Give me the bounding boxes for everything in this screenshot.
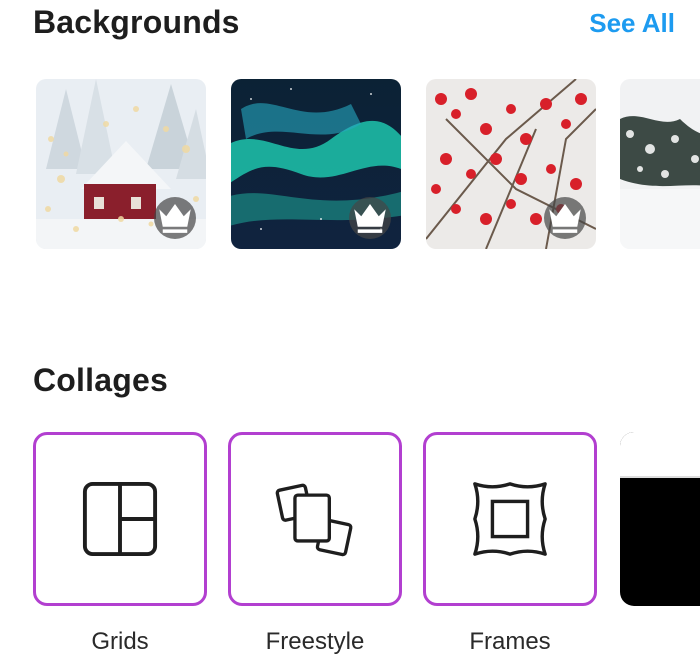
collage-freestyle-button[interactable] <box>228 432 402 606</box>
premium-crown-badge <box>544 197 586 239</box>
freestyle-icon <box>275 483 353 557</box>
background-thumb-snowy-pine[interactable] <box>620 79 700 249</box>
background-thumb-snowy-cabin[interactable] <box>36 79 206 249</box>
crown-icon <box>159 204 191 233</box>
collage-frames-label: Frames <box>469 628 551 655</box>
backgrounds-title: Backgrounds <box>33 4 240 40</box>
premium-crown-badge <box>349 197 391 239</box>
crown-icon <box>354 204 386 233</box>
grid-icon <box>82 481 158 557</box>
collage-grids-label: Grids <box>91 628 149 655</box>
partial-card-preview <box>620 432 700 478</box>
collage-grids-button[interactable] <box>33 432 207 606</box>
collages-title: Collages <box>33 362 168 398</box>
see-all-link[interactable]: See All <box>589 8 675 39</box>
frame-icon <box>473 482 547 556</box>
background-thumb-aurora[interactable] <box>231 79 401 249</box>
crown-icon <box>549 204 581 233</box>
collage-option-partial[interactable] <box>620 432 700 606</box>
collage-frames-button[interactable] <box>423 432 597 606</box>
premium-crown-badge <box>154 197 196 239</box>
collage-freestyle-label: Freestyle <box>265 628 365 655</box>
background-thumb-red-berries[interactable] <box>426 79 596 249</box>
